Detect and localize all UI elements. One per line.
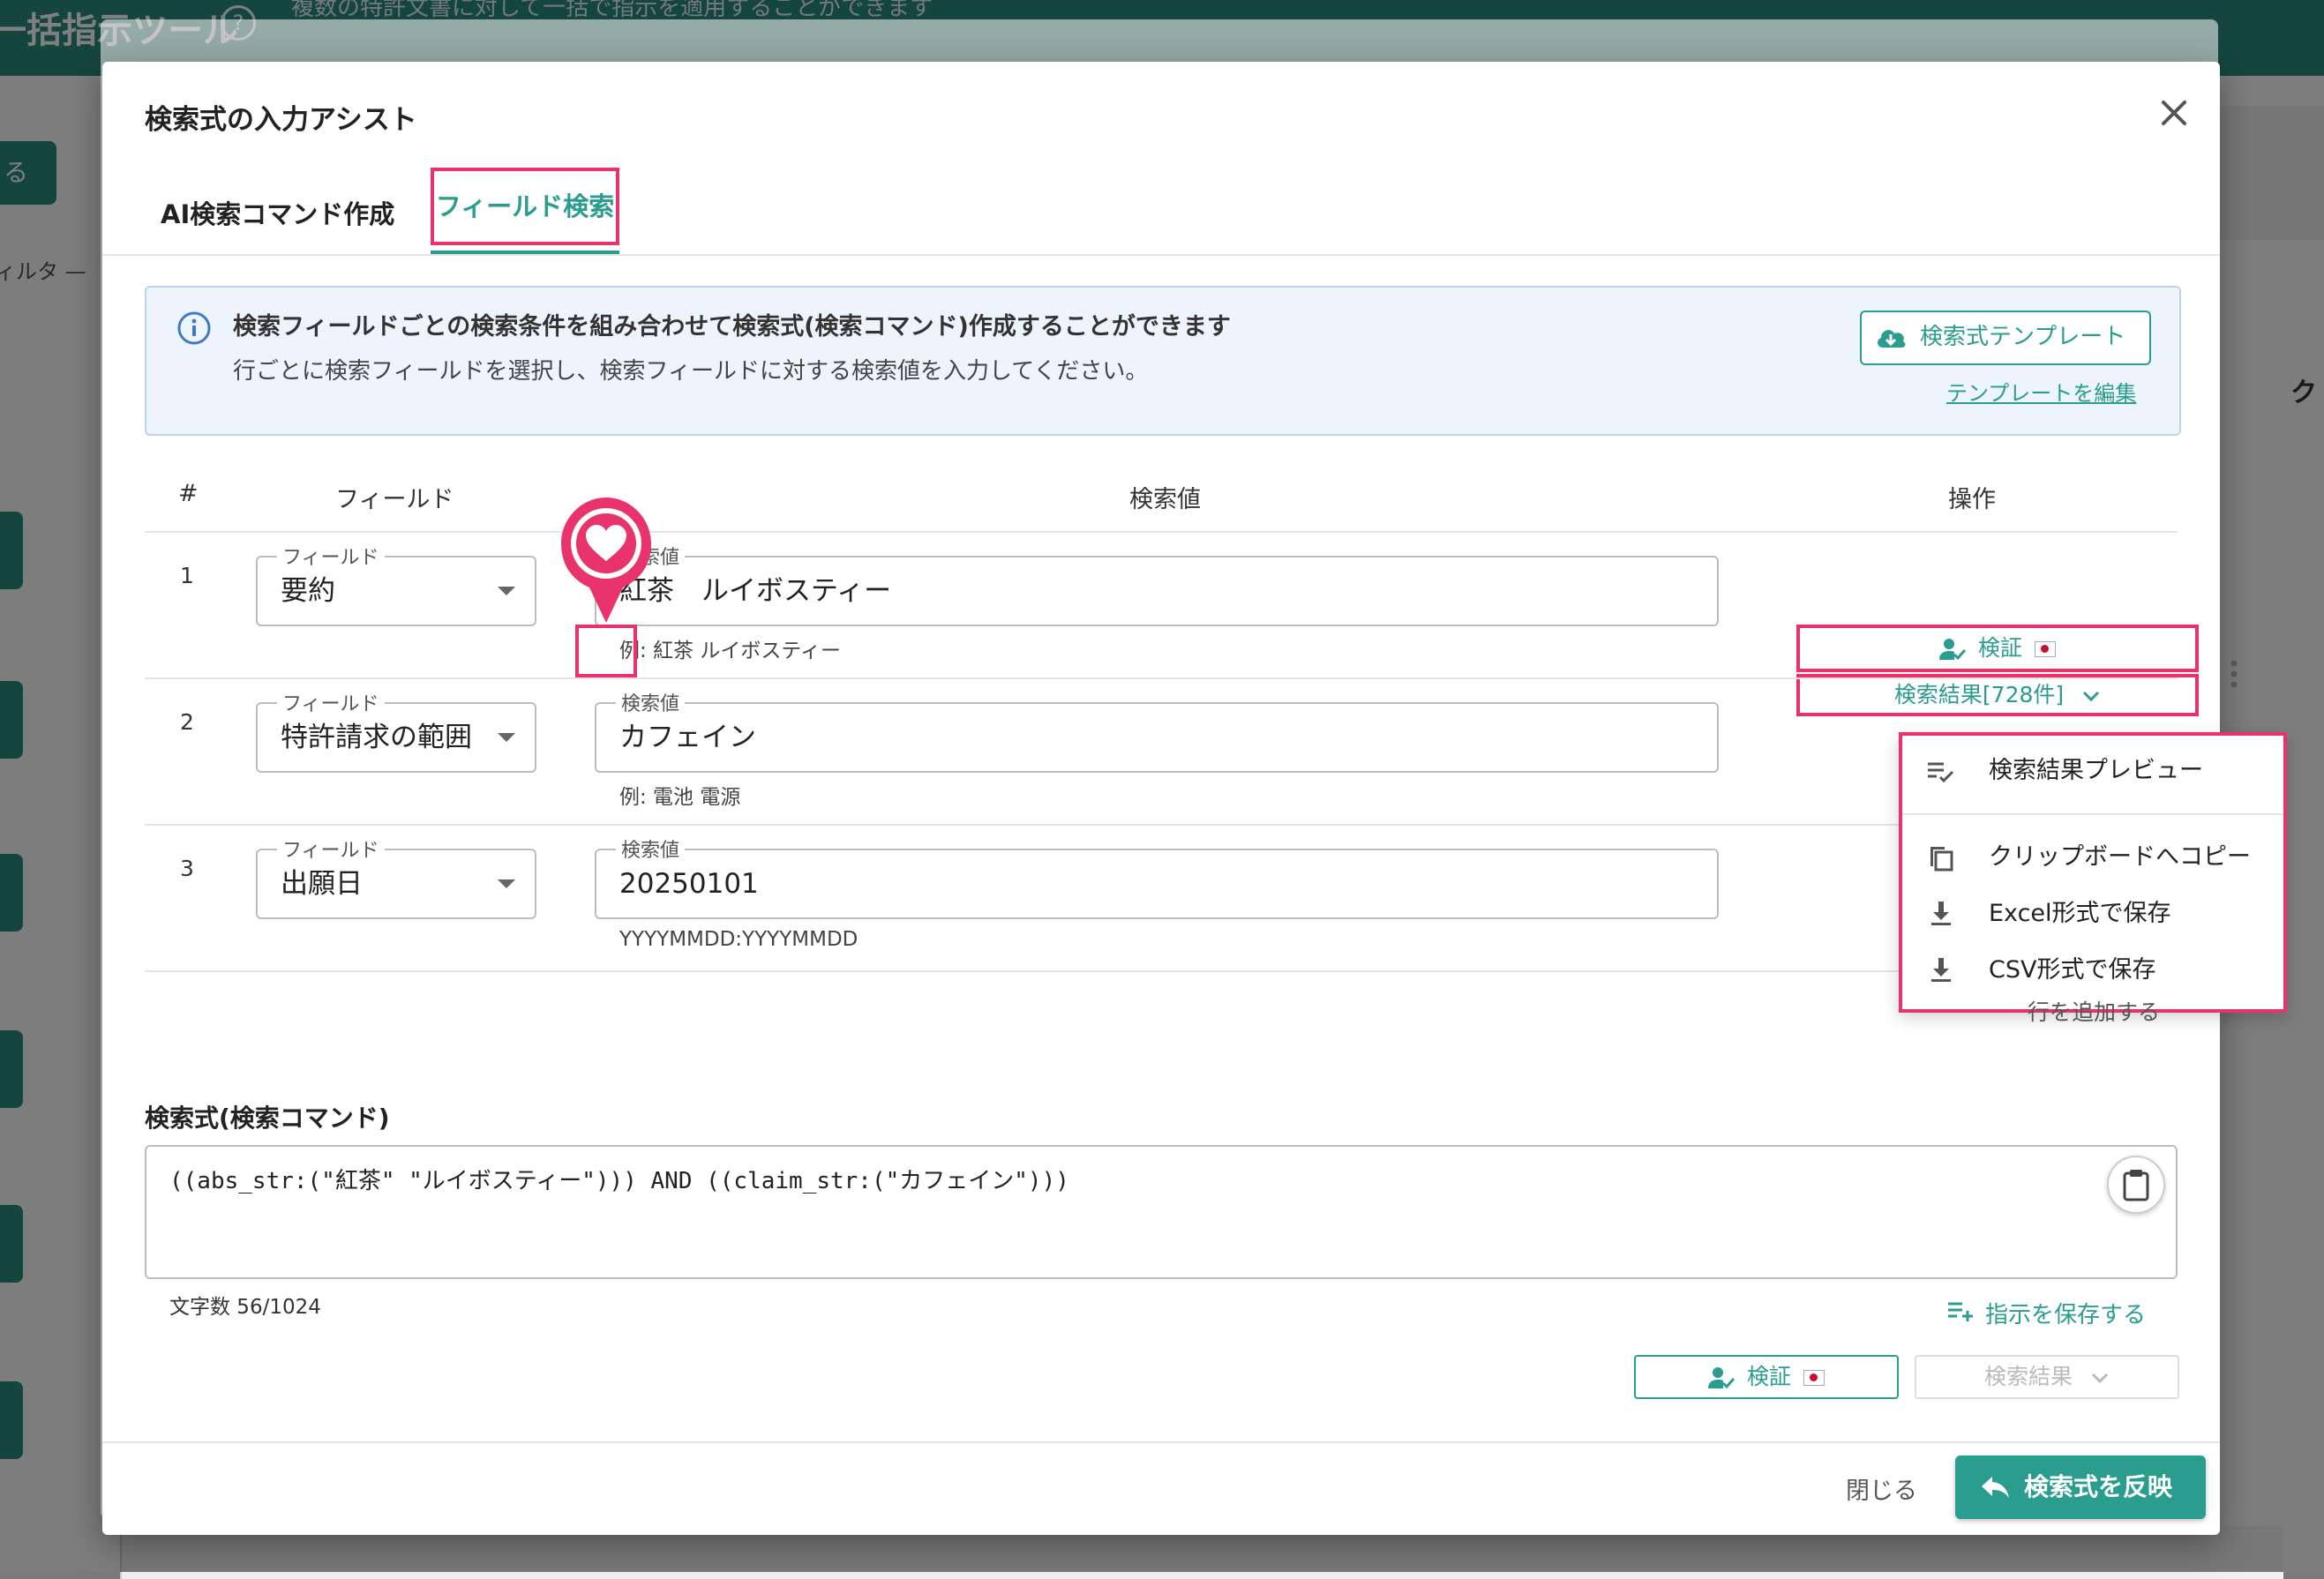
add-row-button[interactable]: 行を追加する bbox=[2028, 995, 2160, 1027]
copy-icon bbox=[1930, 847, 1953, 872]
chevron-down-icon[interactable] bbox=[498, 587, 515, 595]
menu-divider bbox=[1902, 813, 2283, 815]
playlist-check-icon bbox=[1928, 762, 1954, 783]
reply-arrow-icon bbox=[1982, 1477, 2009, 1498]
row-divider bbox=[145, 970, 2178, 972]
close-button[interactable]: 閉じる bbox=[1846, 1471, 1917, 1506]
chevron-down-icon[interactable] bbox=[498, 733, 515, 742]
row-divider bbox=[145, 677, 2178, 679]
cloud-download-icon bbox=[1878, 330, 1906, 348]
row-number: 3 bbox=[180, 856, 194, 881]
row-number: 2 bbox=[180, 709, 194, 735]
field-value: 特許請求の範囲 bbox=[281, 722, 472, 753]
menu-item-label: クリップボードへコピー bbox=[1989, 843, 2251, 871]
dialog-title: 検索式の入力アシスト bbox=[145, 104, 417, 136]
japan-flag-icon bbox=[2035, 641, 2056, 657]
value-hint: 例: 紅茶 ルイボスティー bbox=[619, 640, 841, 662]
search-value-input[interactable]: 検索値 20250101 bbox=[595, 834, 1719, 919]
verify-button-content: 検証 bbox=[1800, 628, 2195, 669]
command-results-label: 検索結果 bbox=[1984, 1364, 2073, 1389]
menu-item-label: Excel形式で保存 bbox=[1989, 900, 2171, 927]
field-select[interactable]: フィールド 出願日 bbox=[256, 834, 536, 919]
chevron-down-icon[interactable] bbox=[498, 879, 515, 888]
menu-item-label: CSV形式で保存 bbox=[1989, 956, 2156, 984]
playlist-add-icon bbox=[1948, 1302, 1973, 1321]
close-icon[interactable] bbox=[2149, 88, 2199, 138]
search-value-text: 20250101 bbox=[619, 868, 759, 900]
person-check-icon bbox=[1707, 1367, 1735, 1389]
info-banner: 検索フィールドごとの検索条件を組み合わせて検索式(検索コマンド)作成することがで… bbox=[145, 286, 2181, 436]
search-assist-dialog: 検索式の入力アシスト AI検索コマンド作成 フィールド検索 検索フィールドごとの… bbox=[102, 62, 2287, 1535]
menu-item-excel[interactable]: Excel形式で保存 bbox=[1902, 889, 2283, 939]
menu-item-label: 検索結果プレビュー bbox=[1989, 757, 2203, 784]
tab-ai-command[interactable]: AI検索コマンド作成 bbox=[161, 194, 394, 231]
heart-marker-icon bbox=[561, 498, 651, 623]
command-results-button[interactable]: 検索結果 bbox=[1915, 1355, 2179, 1399]
search-results-label: 検索結果[728件] bbox=[1893, 682, 2065, 707]
row-number: 1 bbox=[180, 563, 194, 588]
verify-command-button[interactable]: 検証 bbox=[1634, 1355, 1899, 1399]
column-header-value: 検索値 bbox=[1129, 486, 1201, 513]
column-header-operations: 操作 bbox=[1948, 486, 1996, 513]
info-icon bbox=[177, 311, 211, 345]
menu-item-csv[interactable]: CSV形式で保存 bbox=[1902, 946, 2283, 995]
command-textarea[interactable]: ((abs_str:("紅茶" "ルイボスティー"))) AND ((claim… bbox=[145, 1145, 2178, 1279]
template-button[interactable]: 検索式テンプレート bbox=[1860, 311, 2151, 365]
search-value-input[interactable]: 検索値 カフェイン bbox=[595, 688, 1719, 773]
menu-item-copy[interactable]: クリップボードへコピー bbox=[1902, 833, 2283, 882]
template-button-label: 検索式テンプレート bbox=[1920, 324, 2126, 350]
search-value-text: 紅茶 ルイボスティー bbox=[619, 575, 892, 607]
person-check-icon bbox=[1938, 639, 1966, 661]
search-value-input[interactable]: 検索値 紅茶 ルイボスティー bbox=[595, 542, 1719, 626]
download-icon bbox=[1931, 902, 1951, 925]
japan-flag-icon bbox=[1803, 1370, 1825, 1386]
info-title: 検索フィールドごとの検索条件を組み合わせて検索式(検索コマンド)作成することがで… bbox=[233, 313, 1231, 340]
search-results-button[interactable]: 検索結果[728件] bbox=[1796, 674, 2199, 716]
field-value: 要約 bbox=[281, 575, 335, 607]
info-description: 行ごとに検索フィールドを選択し、検索フィールドに対する検索値を入力してください。 bbox=[233, 358, 1149, 385]
verify-button[interactable]: 検証 bbox=[1796, 625, 2199, 672]
tab-field-search[interactable]: フィールド検索 bbox=[431, 168, 619, 245]
column-header-field: フィールド bbox=[335, 486, 454, 513]
menu-item-preview[interactable]: 検索結果プレビュー bbox=[1902, 746, 2283, 796]
template-edit-link[interactable]: テンプレートを編集 bbox=[1946, 376, 2136, 407]
search-results-content: 検索結果[728件] bbox=[1800, 677, 2195, 713]
more-vertical-icon[interactable] bbox=[2229, 658, 2239, 690]
verify-command-label: 検証 bbox=[1746, 1364, 1791, 1389]
search-value-text: カフェイン bbox=[619, 722, 756, 753]
save-instruction-button[interactable]: 指示を保存する bbox=[1948, 1297, 2147, 1329]
column-header-number: # bbox=[178, 480, 199, 507]
character-count: 文字数 56/1024 bbox=[169, 1296, 321, 1319]
field-value: 出願日 bbox=[281, 868, 363, 900]
tab-divider bbox=[102, 254, 2220, 256]
dropdown-highlight bbox=[575, 625, 637, 677]
row-divider bbox=[145, 824, 2178, 826]
save-instruction-label: 指示を保存する bbox=[1985, 1302, 2147, 1328]
chevron-down-icon bbox=[2083, 691, 2100, 702]
field-select[interactable]: フィールド 特許請求の範囲 bbox=[256, 688, 536, 773]
footer-divider bbox=[102, 1441, 2220, 1443]
download-icon bbox=[1931, 958, 1951, 982]
search-results-menu: 検索結果プレビュー クリップボードへコピー Excel形式で保存 CSV形式で保… bbox=[1899, 732, 2287, 1013]
apply-command-label: 検索式を反映 bbox=[2024, 1472, 2173, 1501]
apply-command-button[interactable]: 検索式を反映 bbox=[1955, 1456, 2206, 1519]
command-text: ((abs_str:("紅茶" "ルイボスティー"))) AND ((claim… bbox=[169, 1168, 1069, 1194]
clipboard-icon[interactable] bbox=[2107, 1156, 2165, 1214]
command-title: 検索式(検索コマンド) bbox=[145, 1104, 390, 1133]
value-hint: YYYYMMDD:YYYYMMDD bbox=[619, 928, 858, 951]
chevron-down-icon bbox=[2091, 1373, 2109, 1384]
row-divider bbox=[145, 531, 2178, 533]
verify-label: 検証 bbox=[1977, 635, 2022, 661]
tab-field-search-label: フィールド検索 bbox=[435, 191, 615, 221]
field-select[interactable]: フィールド 要約 bbox=[256, 542, 536, 626]
value-hint: 例: 電池 電源 bbox=[619, 786, 741, 809]
